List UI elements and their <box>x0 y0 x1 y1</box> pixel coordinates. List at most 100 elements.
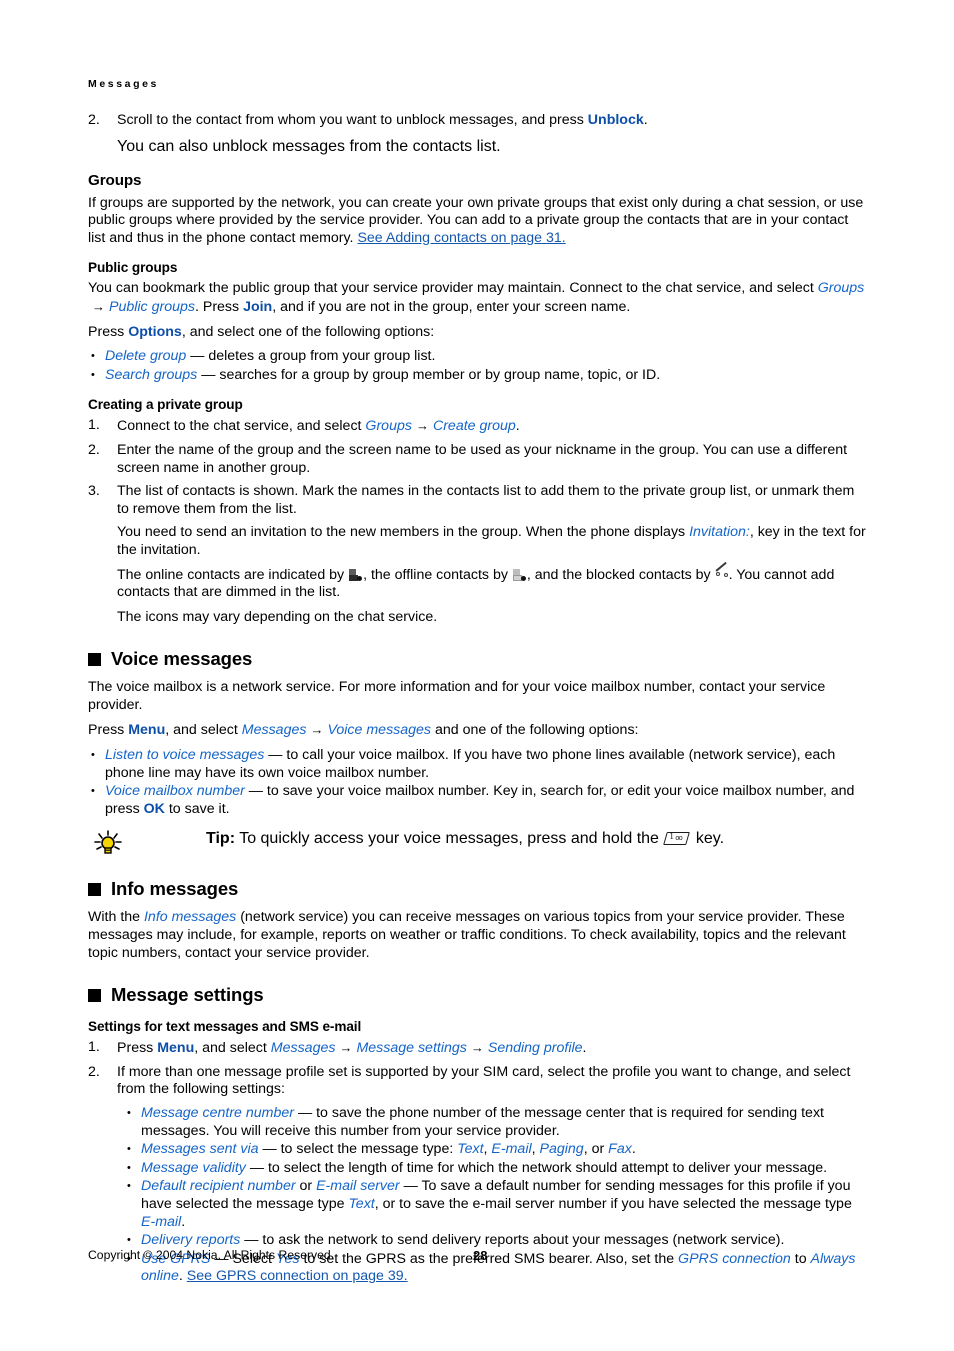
text-fragment: Press <box>88 323 129 340</box>
invitation-paragraph: You need to send an invitation to the ne… <box>117 524 866 559</box>
link-gprs-connection[interactable]: See GPRS connection on page 39. <box>187 1268 408 1284</box>
running-header: Messages <box>88 78 159 90</box>
menu-term-public-groups: Public groups <box>109 298 195 315</box>
softkey-ok: OK <box>143 800 165 817</box>
softkey-join: Join <box>243 298 273 315</box>
bullet-icon: • <box>91 350 95 363</box>
text-fragment: . Press <box>194 298 244 315</box>
bullet-icon: • <box>91 368 95 381</box>
text-fragment: , or <box>583 1141 609 1158</box>
heading-groups: Groups <box>88 171 142 189</box>
list-item-text: Scroll to the contact from whom you want… <box>117 112 648 128</box>
option-term: Default recipient number <box>141 1178 296 1195</box>
heading-creating-private-group: Creating a private group <box>88 397 243 413</box>
text-fragment: , and select one of the following option… <box>181 323 435 340</box>
arrow-icon: → <box>92 298 105 314</box>
menu-term-groups: Groups <box>365 418 412 435</box>
list-item: 2. If more than one message profile set … <box>88 1064 866 1099</box>
list-item: • Message validity — to select the length… <box>124 1160 866 1178</box>
voice-menu-path-paragraph: Press Menu, and select Messages → Voice me… <box>88 721 866 740</box>
value-paging: Paging <box>539 1141 584 1158</box>
softkey-menu: Menu <box>157 1040 195 1057</box>
list-item: 1. Connect to the chat service, and sele… <box>88 417 866 436</box>
heading-info-messages: Info messages <box>88 878 866 900</box>
private-group-steps: 1. Connect to the chat service, and sele… <box>88 417 866 518</box>
square-bullet-icon <box>88 882 101 896</box>
bullet-icon: • <box>127 1143 131 1156</box>
online-contact-icon <box>349 568 363 581</box>
text-fragment: . <box>515 418 520 435</box>
manual-page: Messages 2. Scroll to the contact from w… <box>0 0 954 1351</box>
list-item: • Search groups — searches for a group by… <box>88 367 866 385</box>
voice-mailbox-paragraph: The voice mailbox is a network service. … <box>88 679 826 713</box>
option-term-alt: E-mail server <box>316 1178 400 1195</box>
bullet-icon: • <box>91 749 95 762</box>
bullet-icon: • <box>91 785 95 798</box>
bullet-icon: • <box>127 1107 131 1119</box>
info-messages-paragraph: With the Info messages (network service)… <box>88 909 866 962</box>
public-groups-paragraph: You can bookmark the public group that y… <box>88 280 866 316</box>
text-fragment: You can bookmark the public group that y… <box>88 280 818 297</box>
list-item-text: The list of contacts is shown. Mark the … <box>117 483 855 517</box>
option-term: Listen to voice messages <box>105 747 265 764</box>
menu-term-messages: Messages <box>270 1040 336 1057</box>
option-desc: — to select the length of time for which… <box>245 1159 828 1176</box>
list-item-text: If more than one message profile set is … <box>117 1063 851 1098</box>
option-term: Delete group <box>105 348 187 365</box>
option-desc: to save it. <box>164 800 230 817</box>
text-fragment: key. <box>691 830 725 848</box>
text-fragment: , and the blocked contacts by <box>526 566 715 583</box>
arrow-icon: → <box>310 722 324 738</box>
icons-vary-paragraph: The icons may vary depending on the chat… <box>117 608 438 625</box>
menu-term-groups: Groups <box>817 280 865 297</box>
arrow-icon: → <box>415 418 429 434</box>
list-marker: 1. <box>88 417 100 434</box>
text-fragment: Press <box>117 1040 158 1057</box>
value-text: Text <box>348 1195 375 1212</box>
softkey-options: Options <box>128 323 182 340</box>
list-item-text: Connect to the chat service, and select … <box>117 418 520 434</box>
value-email: E-mail <box>491 1141 532 1158</box>
text-fragment: . <box>178 1268 187 1285</box>
text-fragment: , the offline contacts by <box>363 566 512 583</box>
value-email: E-mail <box>141 1213 182 1230</box>
text-fragment: To quickly access your voice messages, p… <box>235 830 664 848</box>
menu-term-invitation: Invitation: <box>689 524 750 541</box>
page-number: 28 <box>473 1248 488 1263</box>
public-group-options-list: • Delete group — deletes a group from you… <box>88 348 866 384</box>
option-term: Voice mailbox number <box>105 783 245 800</box>
text-fragment: Scroll to the contact from whom you want… <box>117 112 588 128</box>
groups-intro: If groups are supported by the network, … <box>88 195 866 248</box>
bullet-icon: • <box>127 1161 131 1174</box>
option-term: Message validity <box>141 1159 246 1176</box>
list-item: 2. Scroll to the contact from whom you w… <box>88 112 866 130</box>
voice-options-list: • Listen to voice messages — to call your… <box>88 747 866 818</box>
heading-text: Voice messages <box>111 648 253 670</box>
text-fragment: The online contacts are indicated by <box>117 566 349 583</box>
list-item: 2. Enter the name of the group and the s… <box>88 442 866 477</box>
text-fragment: , and if you are not in the group, enter… <box>272 298 631 315</box>
list-item: • Voice mailbox number — to save your voi… <box>88 783 866 818</box>
text-fragment: . <box>181 1213 186 1230</box>
option-desc: — deletes a group from your group list. <box>186 348 436 365</box>
text-fragment: . <box>631 1141 636 1158</box>
tip-label: Tip: <box>206 830 236 848</box>
copyright-text: Copyright © 2004 Nokia. All Rights Reser… <box>88 1248 335 1262</box>
link-adding-contacts[interactable]: See Adding contacts on page 31. <box>357 230 565 246</box>
value-fax: Fax <box>608 1141 632 1158</box>
menu-term-message-settings: Message settings <box>356 1040 467 1057</box>
list-marker: 2. <box>88 1063 100 1080</box>
arrow-icon: → <box>339 1040 353 1056</box>
blocked-contact-icon <box>715 561 728 581</box>
option-term: Message centre number <box>141 1105 294 1121</box>
heading-public-groups: Public groups <box>88 260 178 276</box>
text-fragment: and one of the following options: <box>431 722 639 739</box>
menu-term-sending-profile: Sending profile <box>487 1040 583 1057</box>
softkey-unblock: Unblock <box>587 112 644 128</box>
option-term: Search groups <box>105 366 198 383</box>
arrow-icon: → <box>470 1040 484 1056</box>
value-text: Text <box>457 1141 484 1158</box>
text-fragment: Press <box>88 722 129 739</box>
menu-term-messages: Messages <box>241 722 307 739</box>
page-footer: Copyright © 2004 Nokia. All Rights Reser… <box>88 1248 866 1263</box>
